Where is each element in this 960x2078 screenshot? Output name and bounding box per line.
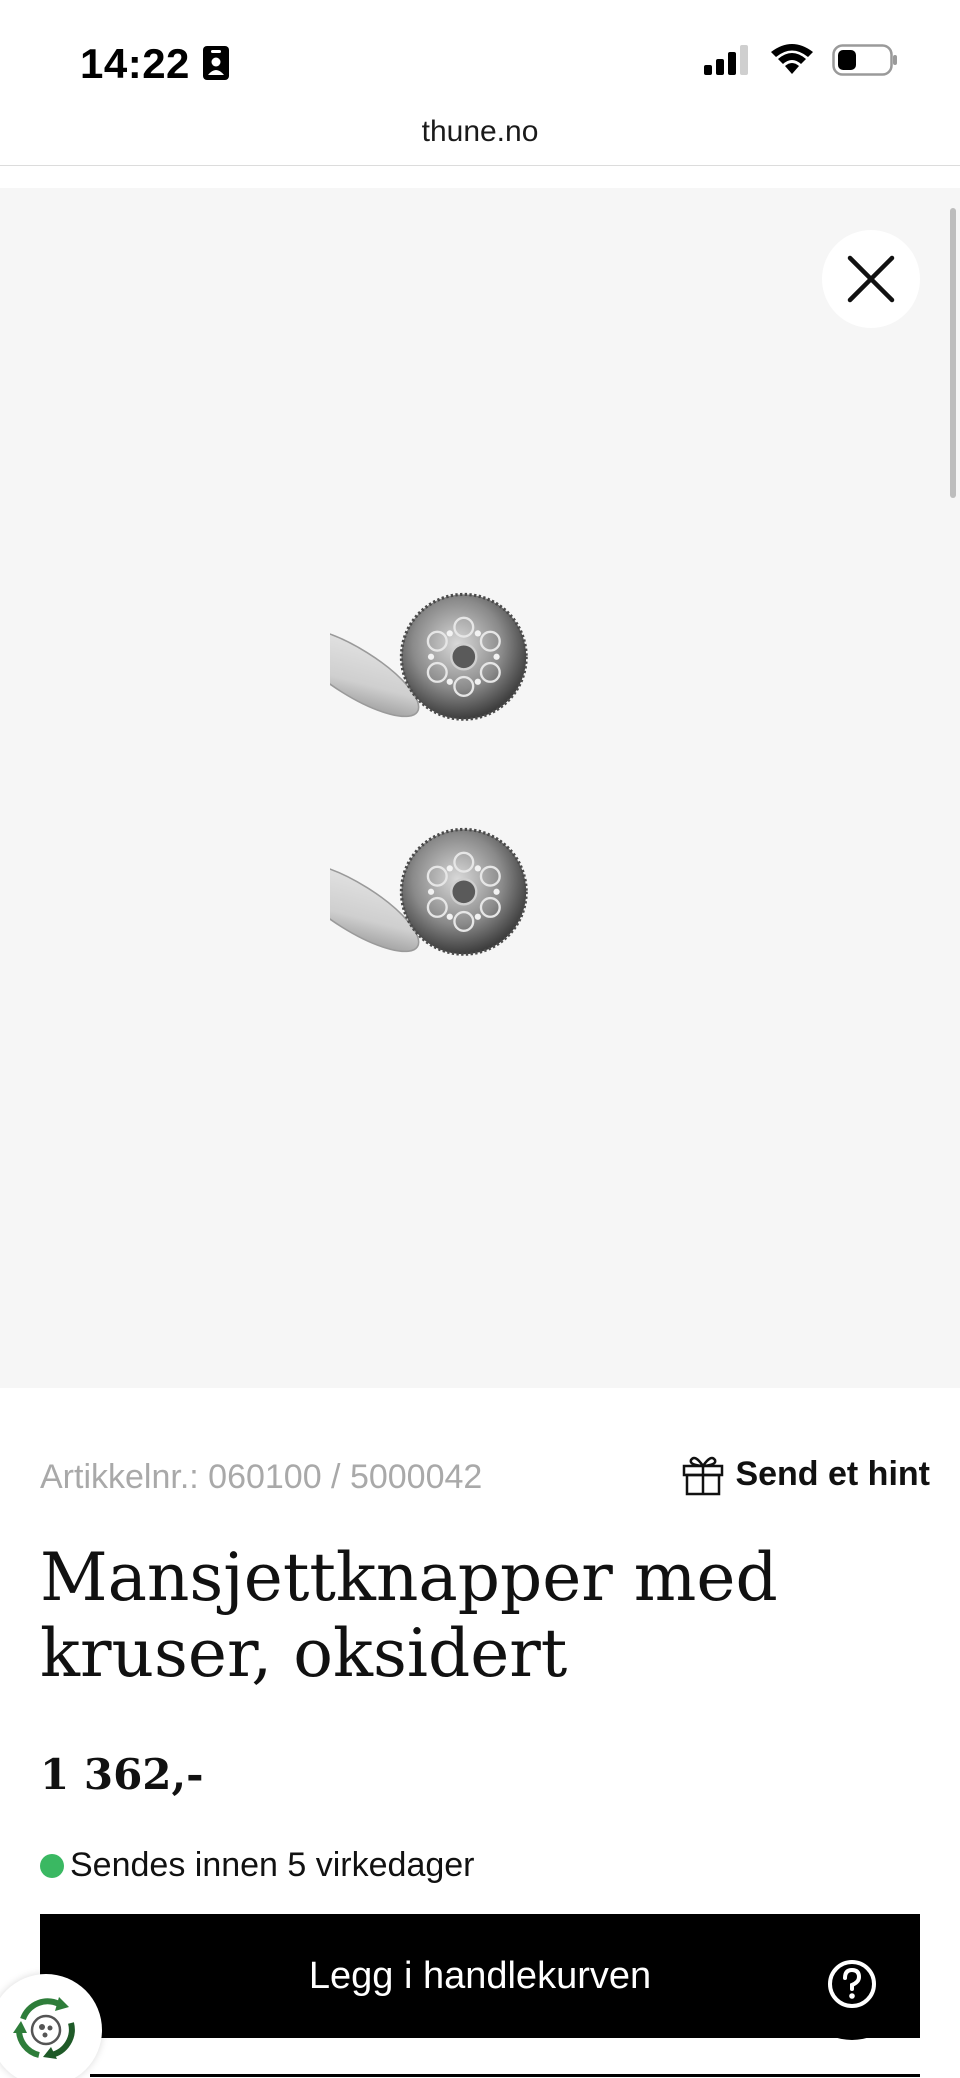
send-hint-button[interactable]: Send et hint — [681, 1452, 930, 1496]
url-text: thune.no — [421, 115, 539, 148]
scroll-indicator — [950, 208, 956, 498]
stock-status-text: Sendes innen 5 virkedager — [70, 1846, 475, 1884]
status-icons — [704, 44, 898, 76]
id-card-icon — [203, 46, 229, 80]
send-hint-label: Send et hint — [735, 1454, 930, 1493]
close-icon — [847, 255, 895, 303]
stock-status: Sendes innen 5 virkedager — [40, 1846, 475, 1885]
url-bar[interactable]: thune.no — [0, 112, 960, 166]
product-meta-row: Artikkelnr.: 060100 / 5000042 Send et hi… — [40, 1452, 930, 1502]
help-button[interactable] — [796, 1928, 908, 2040]
status-bar: 14:22 — [0, 0, 960, 112]
signal-icon — [704, 45, 748, 75]
product-price: 1 362,- — [40, 1750, 204, 1799]
battery-icon — [832, 44, 897, 76]
article-number: Artikkelnr.: 060100 / 5000042 — [40, 1458, 483, 1496]
product-image — [330, 592, 528, 969]
gift-icon — [683, 1456, 724, 1496]
status-time: 14:22 — [80, 40, 190, 87]
question-icon — [828, 1960, 876, 2008]
recycle-icon — [13, 1997, 75, 2059]
wifi-icon — [771, 44, 813, 74]
stock-indicator-dot — [40, 1853, 64, 1878]
product-title: Mansjettknapper med kruser, oksidert — [40, 1539, 778, 1692]
add-to-cart-button[interactable]: Legg i handlekurven — [40, 1914, 920, 2038]
close-button[interactable] — [822, 230, 920, 328]
bottom-divider — [90, 2074, 920, 2077]
